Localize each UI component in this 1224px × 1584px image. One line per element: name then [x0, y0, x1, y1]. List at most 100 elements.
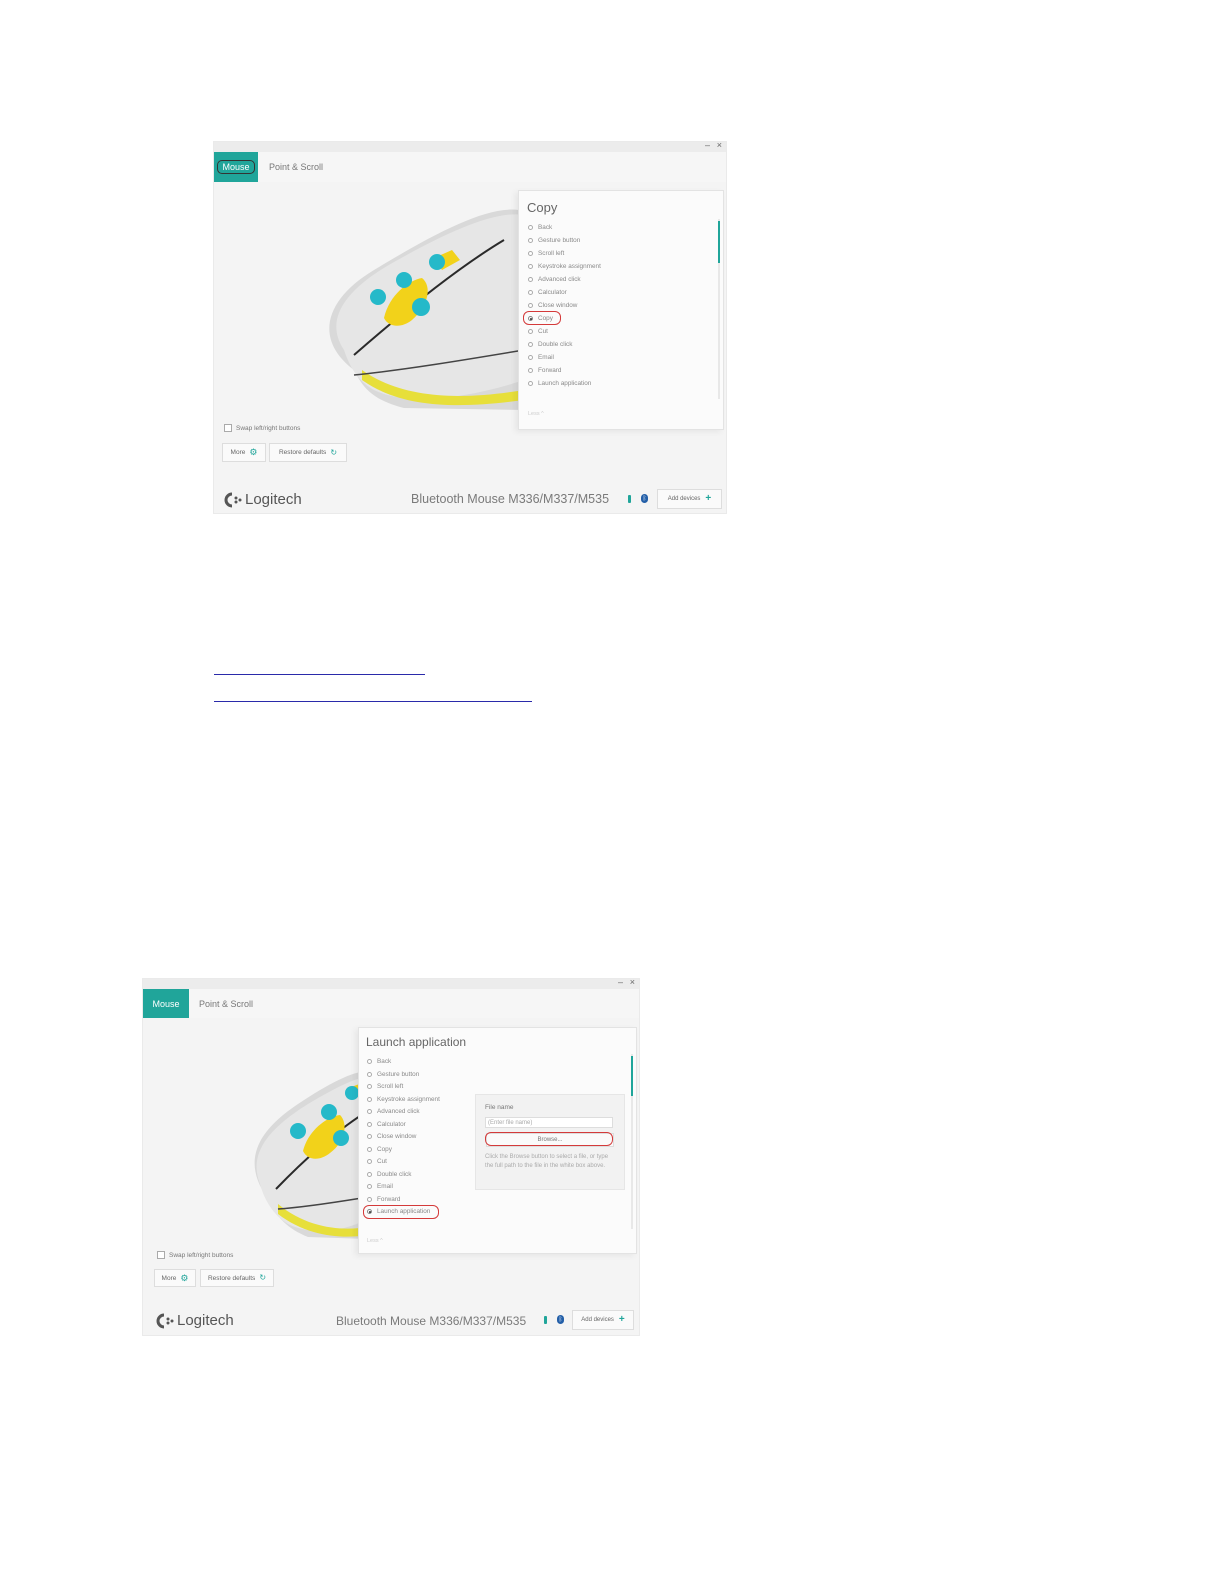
- less-link[interactable]: Less ^: [528, 411, 544, 417]
- logitech-mark-icon: [224, 492, 242, 507]
- bluetooth-icon: ᛒ: [557, 1315, 564, 1324]
- tab-point-scroll[interactable]: Point & Scroll: [269, 152, 323, 182]
- add-devices-button[interactable]: Add devices +: [572, 1310, 634, 1330]
- tab-mouse-label: Mouse: [217, 160, 255, 174]
- file-name-input[interactable]: (Enter file name): [485, 1117, 613, 1128]
- tab-mouse[interactable]: Mouse: [143, 989, 189, 1018]
- option-forward[interactable]: Forward: [367, 1196, 400, 1203]
- option-advanced-click[interactable]: Advanced click: [367, 1108, 420, 1115]
- radio-icon: [367, 1122, 372, 1127]
- radio-icon: [367, 1109, 372, 1114]
- option-label: Close window: [377, 1133, 417, 1140]
- scrollbar-thumb[interactable]: [718, 221, 720, 263]
- more-label: More: [230, 449, 246, 456]
- swap-buttons-checkbox[interactable]: Swap left/right buttons: [157, 1251, 233, 1259]
- radio-icon: [367, 1172, 372, 1177]
- swap-buttons-checkbox[interactable]: Swap left/right buttons: [224, 424, 300, 432]
- screenshot-options-copy: – × Mouse Point & Scroll Copy Back Gestu…: [214, 142, 726, 513]
- option-close-window[interactable]: Close window: [367, 1133, 416, 1140]
- logitech-logo: Logitech: [155, 1312, 234, 1329]
- tab-mouse[interactable]: Mouse: [214, 152, 258, 182]
- screenshot-options-launch-application: – × Mouse Point & Scroll Launch applicat…: [143, 979, 639, 1335]
- device-name: Bluetooth Mouse M336/M337/M535: [336, 1314, 527, 1328]
- option-label: Gesture button: [377, 1071, 420, 1078]
- option-gesture-button[interactable]: Gesture button: [367, 1071, 419, 1078]
- option-forward[interactable]: Forward: [528, 367, 561, 374]
- option-calculator[interactable]: Calculator: [367, 1121, 406, 1128]
- option-label: Forward: [538, 367, 562, 374]
- radio-icon: [528, 277, 533, 282]
- hotspot-scroll[interactable]: [345, 1086, 359, 1100]
- restore-defaults-button[interactable]: Restore defaults ↻: [200, 1269, 274, 1287]
- mouse-illustration: [329, 209, 524, 410]
- radio-icon: [528, 303, 533, 308]
- option-label: Advanced click: [538, 276, 581, 283]
- option-cut[interactable]: Cut: [528, 328, 548, 335]
- tab-point-scroll[interactable]: Point & Scroll: [199, 989, 253, 1018]
- launch-application-highlight-ring: [363, 1205, 439, 1219]
- hotspot-right[interactable]: [333, 1130, 349, 1146]
- swap-label: Swap left/right buttons: [169, 1251, 234, 1259]
- file-help-text: Click the Browse button to select a file…: [485, 1154, 609, 1169]
- option-scroll-left[interactable]: Scroll left: [367, 1083, 403, 1090]
- option-back[interactable]: Back: [528, 224, 552, 231]
- add-devices-button[interactable]: Add devices +: [657, 489, 722, 509]
- radio-icon: [528, 381, 533, 386]
- more-button[interactable]: More ⚙: [154, 1269, 196, 1287]
- footer-bar: Logitech Bluetooth Mouse M336/M337/M535 …: [214, 485, 726, 513]
- radio-icon: [528, 368, 533, 373]
- battery-icon: [628, 495, 631, 503]
- close-button[interactable]: ×: [717, 142, 722, 150]
- option-calculator[interactable]: Calculator: [528, 289, 567, 296]
- option-label: Cut: [377, 1158, 387, 1165]
- logo-text: Logitech: [177, 1312, 234, 1329]
- option-label: Advanced click: [377, 1108, 420, 1115]
- hotspot-left[interactable]: [370, 289, 386, 305]
- hotspot-top[interactable]: [396, 272, 412, 288]
- option-label: Close window: [538, 302, 578, 309]
- option-double-click[interactable]: Double click: [528, 341, 572, 348]
- option-launch-application[interactable]: Launch application: [528, 380, 591, 387]
- file-name-label: File name: [485, 1104, 514, 1111]
- plus-icon: +: [705, 493, 712, 504]
- hotspot-top[interactable]: [321, 1104, 337, 1120]
- option-advanced-click[interactable]: Advanced click: [528, 276, 581, 283]
- option-cut[interactable]: Cut: [367, 1158, 387, 1165]
- restore-defaults-button[interactable]: Restore defaults ↻: [269, 443, 347, 462]
- option-back[interactable]: Back: [367, 1058, 391, 1065]
- footer-bar: Logitech Bluetooth Mouse M336/M337/M535 …: [143, 1307, 639, 1335]
- option-copy[interactable]: Copy: [367, 1146, 392, 1153]
- options-panel: Launch application Back Gesture button S…: [358, 1027, 637, 1254]
- hotspot-right[interactable]: [412, 298, 430, 316]
- battery-icon: [544, 1316, 547, 1324]
- option-label: Cut: [538, 328, 548, 335]
- hotspot-scroll[interactable]: [429, 254, 445, 270]
- option-email[interactable]: Email: [367, 1183, 393, 1190]
- minimize-button[interactable]: –: [618, 979, 623, 987]
- logo-text: Logitech: [245, 491, 302, 508]
- close-button[interactable]: ×: [630, 979, 635, 987]
- less-link[interactable]: Less ^: [367, 1238, 383, 1244]
- more-button[interactable]: More ⚙: [222, 443, 266, 462]
- gear-icon: ⚙: [180, 1272, 189, 1283]
- radio-icon: [528, 355, 533, 360]
- plus-icon: +: [618, 1314, 625, 1325]
- option-keystroke-assignment[interactable]: Keystroke assignment: [528, 263, 601, 270]
- option-email[interactable]: Email: [528, 354, 554, 361]
- bluetooth-icon: ᛒ: [641, 494, 648, 503]
- radio-icon: [367, 1072, 372, 1077]
- option-gesture-button[interactable]: Gesture button: [528, 237, 580, 244]
- option-keystroke-assignment[interactable]: Keystroke assignment: [367, 1096, 440, 1103]
- link-underline-2[interactable]: [214, 701, 532, 702]
- hotspot-left[interactable]: [290, 1123, 306, 1139]
- add-devices-label: Add devices: [667, 496, 701, 502]
- option-double-click[interactable]: Double click: [367, 1171, 411, 1178]
- minimize-button[interactable]: –: [705, 142, 710, 150]
- option-close-window[interactable]: Close window: [528, 302, 577, 309]
- option-scroll-left[interactable]: Scroll left: [528, 250, 564, 257]
- link-underline-1[interactable]: [214, 674, 425, 675]
- option-label: Keystroke assignment: [377, 1096, 440, 1103]
- scrollbar-thumb[interactable]: [631, 1056, 633, 1096]
- checkbox-icon: [157, 1251, 165, 1259]
- restore-label: Restore defaults: [207, 1274, 256, 1282]
